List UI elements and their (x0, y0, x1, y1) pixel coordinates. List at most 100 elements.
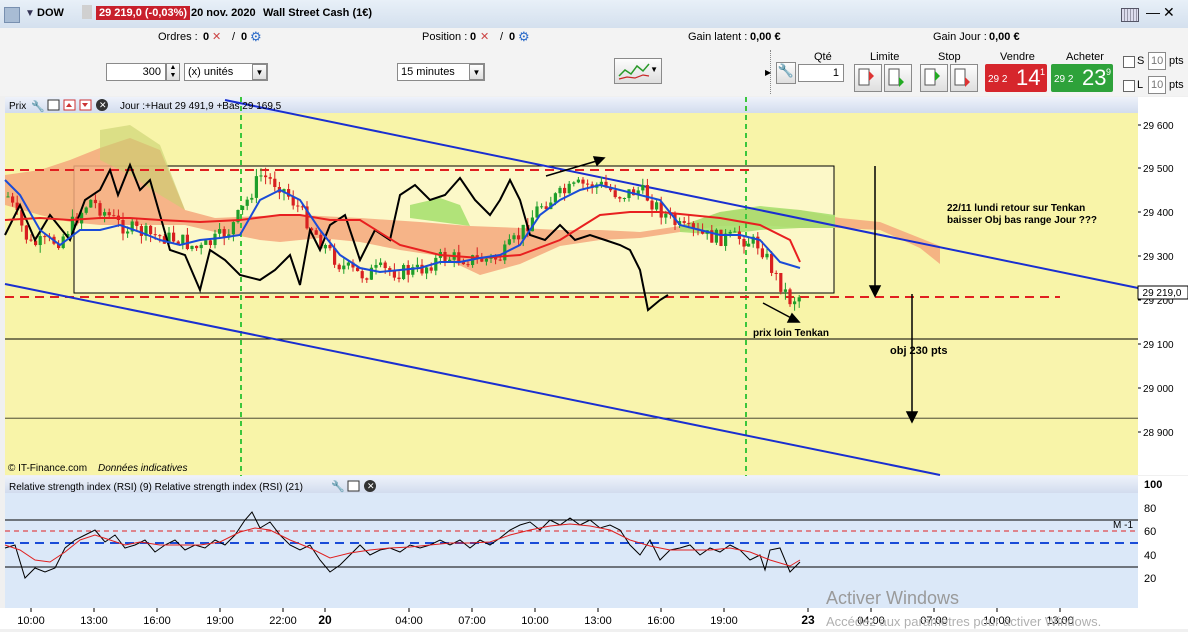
orders-label: Ordres : (158, 31, 198, 43)
rsi-axis[interactable] (1138, 476, 1188, 608)
chart-area[interactable]: 29 600 29 500 29 400 29 300 29 200 29 100 29 0… (0, 96, 1188, 629)
title-bar: ▼ DOW 29 219,0 (-0,03%) 20 nov. 2020 Wal… (0, 0, 1188, 29)
candle-body (443, 251, 447, 262)
candle-body (24, 225, 28, 240)
time-tick-label: 13:00 (584, 615, 612, 627)
candle-body (199, 244, 203, 249)
limit-buy-button[interactable] (854, 64, 882, 92)
limit-points-input[interactable]: 10 (1148, 76, 1166, 94)
candle-body (93, 199, 97, 204)
stop-checkbox[interactable] (1123, 56, 1135, 68)
keyboard-icon[interactable] (1121, 8, 1139, 22)
candle-body (126, 231, 130, 234)
candle-body (84, 207, 88, 213)
window-icon (47, 99, 60, 111)
rsi-marker-label: M -1 (1113, 520, 1133, 531)
annotation-text: obj 230 pts (890, 345, 947, 357)
candle-body (563, 187, 567, 194)
candle-body (296, 205, 300, 207)
price-tick-label: 29 600 (1143, 121, 1174, 132)
candle-body (241, 205, 245, 210)
candle-body (783, 289, 787, 292)
qty-input[interactable]: 1 (798, 64, 844, 82)
wrench-icon[interactable]: 🔧 (776, 62, 796, 84)
instrument-label: Wall Street Cash (1€) (263, 7, 373, 19)
candle-body (586, 183, 590, 185)
rsi-tick-label: 20 (1144, 573, 1156, 585)
minimize-icon[interactable]: — (1146, 4, 1160, 20)
copyright-label: © IT-Finance.com (8, 463, 87, 474)
candle-body (259, 175, 263, 177)
separator (82, 5, 92, 19)
buy-price-prefix: 29 2 (1054, 74, 1074, 85)
candle-body (89, 199, 93, 208)
rsi-panel-tools[interactable]: 🔧 ✕ (331, 479, 376, 493)
timeframe-select-value: 15 minutes (401, 66, 455, 78)
buy-button[interactable]: 29 2 23 9 (1051, 64, 1113, 92)
app-icon[interactable] (4, 7, 20, 23)
stop-sell-button[interactable] (950, 64, 978, 92)
window-icon (347, 480, 360, 492)
svg-text:✕: ✕ (99, 100, 107, 110)
indicators-button[interactable]: ▼ (614, 58, 662, 84)
timeframe-select[interactable]: 15 minutes ▼ (397, 63, 485, 81)
candle-body (397, 277, 401, 280)
stop-buy-button[interactable] (920, 64, 948, 92)
candle-body (622, 198, 626, 200)
quantity-input[interactable]: 300 (106, 63, 166, 81)
time-tick-label: 04:00 (395, 615, 423, 627)
gain-jour-value: 0,00 € (989, 31, 1020, 43)
candle-body (664, 213, 668, 218)
candle-body (774, 272, 778, 274)
cancel-orders-icon[interactable]: ✕ (212, 30, 221, 43)
candle-body (245, 199, 249, 206)
buy-price-big: 23 (1082, 65, 1107, 90)
time-tick-label: 19:00 (710, 615, 738, 627)
candle-body (466, 264, 470, 266)
order-panel: ▶ 🔧 Qté 1 Limite Stop Vendre 29 2 14 1 A… (765, 48, 1188, 96)
close-position-icon[interactable]: ✕ (480, 30, 489, 43)
candle-body (733, 231, 737, 233)
position-settings-icon[interactable]: ⚙ (518, 29, 530, 45)
candle-body (268, 177, 272, 179)
chevron-down-icon[interactable]: ▼ (469, 64, 484, 80)
symbol-label[interactable]: DOW (37, 7, 64, 19)
time-tick-label: 22:00 (269, 615, 297, 627)
quantity-stepper[interactable]: ▲ ▼ (166, 63, 180, 81)
stop-points-input[interactable]: 10 (1148, 52, 1166, 70)
stop-checkbox-label: S (1137, 55, 1145, 67)
gain-latent-value: 0,00 € (750, 31, 781, 43)
candle-body (218, 229, 222, 234)
candle-body (498, 259, 502, 261)
orders-settings-icon[interactable]: ⚙ (250, 29, 262, 45)
limit-label: Limite (870, 51, 900, 63)
time-tick-label: 10:00 (521, 615, 549, 627)
collapse-arrow-icon[interactable]: ▶ (765, 68, 771, 77)
dropdown-arrow-icon[interactable]: ▼ (25, 8, 35, 19)
sell-button[interactable]: 29 2 14 1 (985, 64, 1047, 92)
candle-body (149, 225, 153, 235)
chevron-down-icon[interactable]: ▼ (252, 64, 267, 80)
candle-body (314, 230, 318, 235)
time-tick-label: 23 (801, 613, 815, 627)
candle-body (659, 202, 663, 218)
candle-body (484, 258, 488, 262)
unit-select[interactable]: (x) unités ▼ (184, 63, 268, 81)
limit-sell-button[interactable] (884, 64, 912, 92)
price-tick-label: 29 000 (1143, 384, 1174, 395)
rsi-tick-label: 40 (1144, 550, 1156, 562)
candle-body (204, 240, 208, 245)
close-icon[interactable]: ✕ (1163, 4, 1175, 21)
price-panel-title: Prix (9, 101, 26, 112)
candle-body (765, 253, 769, 258)
candle-body (645, 185, 649, 201)
candle-body (682, 221, 686, 223)
limit-checkbox[interactable] (1123, 80, 1135, 92)
date-label: 20 nov. 2020 (191, 7, 256, 19)
price-panel-info: Jour :+Haut 29 491,9 +Bas 29 169,5 (120, 101, 282, 112)
gain-jour-label: Gain Jour : (933, 31, 987, 43)
limit-sell-icon (888, 68, 904, 87)
limit-checkbox-label: L (1137, 79, 1144, 91)
sell-price-small: 1 (1040, 67, 1046, 77)
last-price-label: 29 219,0 (1143, 288, 1182, 299)
